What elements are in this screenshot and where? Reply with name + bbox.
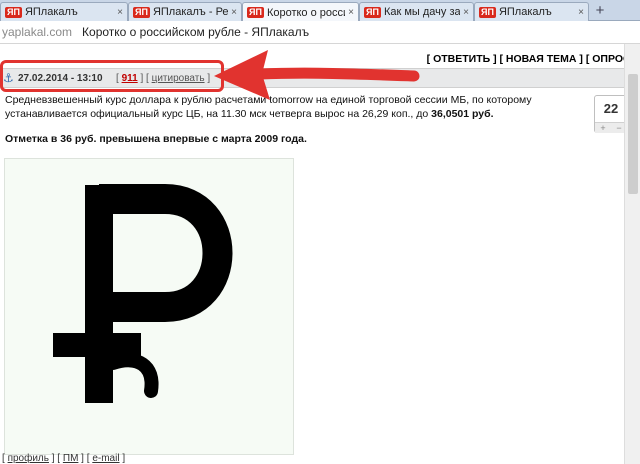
highlight-box [0, 60, 224, 92]
site-logo-icon: ЯП [5, 6, 22, 18]
site-logo-icon: ЯП [247, 7, 264, 18]
address-bar[interactable]: yaplakal.com Коротко о российском рубле … [0, 21, 640, 44]
rating-controls: + − [595, 122, 627, 133]
post-footer: [ профиль ] [ ПМ ] [ e-mail ] [2, 453, 125, 464]
tab-bar: ЯП ЯПлакалъ × ЯП ЯПлакалъ - Результат × … [0, 0, 640, 22]
forum-actions[interactable]: [ ОТВЕТИТЬ ] [ НОВАЯ ТЕМА ] [ ОПРОС ] [427, 53, 637, 65]
red-arrow-annotation [214, 50, 420, 100]
scrollbar-thumb[interactable] [628, 74, 638, 194]
email-link[interactable]: e-mail [92, 453, 119, 464]
site-logo-icon: ЯП [364, 6, 381, 18]
ruble-sign-icon [53, 184, 233, 403]
tab-5[interactable]: ЯП ЯПлакалъ × [474, 2, 589, 21]
pm-link[interactable]: ПМ [63, 453, 79, 464]
new-tab-button[interactable]: + [591, 3, 609, 20]
tab-3-active[interactable]: ЯП Коротко о российском × [242, 2, 359, 22]
page-title: Коротко о российском рубле - ЯПлакалъ [82, 25, 310, 39]
close-icon[interactable]: × [348, 7, 354, 18]
bracket: ] [119, 453, 126, 464]
post-text-bold: Отметка в 36 руб. превышена впервые с ма… [5, 133, 307, 145]
tab-title: ЯПлакалъ [24, 6, 78, 18]
tab-title: ЯПлакалъ - Результат [152, 6, 229, 18]
bracket: [ [54, 453, 63, 464]
tab-2[interactable]: ЯП ЯПлакалъ - Результат × [128, 2, 242, 21]
rate-value: 36,0501 руб. [431, 108, 494, 120]
tab-title: Как мы дачу запилил [383, 6, 461, 18]
close-icon[interactable]: × [463, 7, 469, 18]
close-icon[interactable]: × [117, 7, 123, 18]
rating-value: 22 [603, 101, 619, 116]
post-text-segment: устанавливается официальный курс ЦБ, на … [5, 108, 432, 120]
address-domain: yaplakal.com [2, 25, 73, 39]
site-logo-icon: ЯП [479, 6, 496, 18]
tab-4[interactable]: ЯП Как мы дачу запилил × [359, 2, 474, 21]
tab-title: Коротко о российском [266, 6, 345, 19]
post-text-line: устанавливается официальный курс ЦБ, на … [5, 107, 565, 121]
vote-minus-button[interactable]: − [616, 123, 621, 133]
tab-1[interactable]: ЯП ЯПлакалъ × [0, 2, 128, 21]
rating-widget: 22 + − [594, 95, 628, 133]
tab-title: ЯПлакалъ [498, 6, 552, 18]
site-logo-icon: ЯП [133, 6, 150, 18]
profile-link[interactable]: профиль [8, 453, 49, 464]
vertical-scrollbar[interactable] [624, 44, 640, 464]
vote-plus-button[interactable]: + [600, 123, 605, 133]
close-icon[interactable]: × [578, 7, 584, 18]
close-icon[interactable]: × [231, 7, 237, 18]
ruble-sign-image [4, 158, 294, 455]
